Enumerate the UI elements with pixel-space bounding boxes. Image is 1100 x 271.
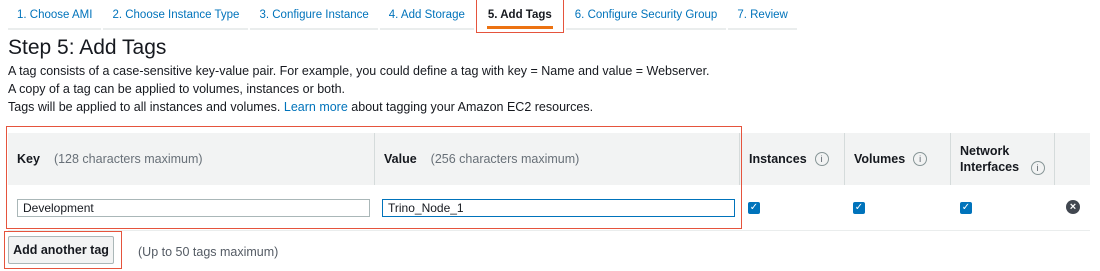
add-another-tag-button[interactable]: Add another tag xyxy=(8,236,114,264)
instances-column-header: Instances i xyxy=(739,133,844,185)
description-line-3-prefix: Tags will be applied to all instances an… xyxy=(8,100,281,114)
tab-review[interactable]: 7. Review xyxy=(728,0,797,30)
network-header-line-1: Network xyxy=(960,144,1010,158)
tab-choose-ami[interactable]: 1. Choose AMI xyxy=(8,0,102,30)
tab-choose-instance-type[interactable]: 2. Choose Instance Type xyxy=(103,0,249,30)
description-line-2: A copy of a tag can be applied to volume… xyxy=(8,82,346,96)
tab-add-tags-label: 5. Add Tags xyxy=(487,9,552,21)
tag-value-input[interactable] xyxy=(382,199,735,217)
tab-add-tags[interactable]: 5. Add Tags xyxy=(475,0,564,33)
tab-configure-security-group[interactable]: 6. Configure Security Group xyxy=(565,0,727,30)
network-interfaces-info-icon[interactable]: i xyxy=(1030,161,1045,175)
instances-info-icon[interactable]: i xyxy=(814,152,829,166)
tab-configure-instance[interactable]: 3. Configure Instance xyxy=(250,0,378,30)
value-header-label: Value xyxy=(384,152,417,166)
key-column-header: Key (128 characters maximum) xyxy=(8,133,374,185)
value-header-hint: (256 characters maximum) xyxy=(430,152,580,166)
key-header-label: Key xyxy=(17,152,40,166)
tab-add-storage[interactable]: 4. Add Storage xyxy=(379,0,474,30)
tag-key-input[interactable] xyxy=(17,199,370,217)
network-interfaces-checkbox[interactable]: ✓ xyxy=(960,202,972,214)
key-header-hint: (128 characters maximum) xyxy=(53,152,203,166)
wizard-tabs: 1. Choose AMI 2. Choose Instance Type 3.… xyxy=(8,0,799,34)
network-interfaces-header-label: Network Interfaces i xyxy=(960,143,1045,175)
remove-tag-icon[interactable]: × xyxy=(1066,200,1080,214)
volumes-info-icon[interactable]: i xyxy=(913,152,928,166)
active-tab-indicator xyxy=(486,26,553,29)
instances-header-label: Instances xyxy=(749,152,807,166)
table-row: ✓ ✓ ✓ × xyxy=(8,185,1090,231)
learn-more-link[interactable]: Learn more xyxy=(284,100,348,114)
volumes-checkbox[interactable]: ✓ xyxy=(853,202,865,214)
network-header-line-2: Interfaces xyxy=(960,160,1020,174)
network-interfaces-column-header: Network Interfaces i xyxy=(950,133,1054,185)
description-line-3: Tags will be applied to all instances an… xyxy=(8,100,593,114)
description-line-3-suffix: about tagging your Amazon EC2 resources. xyxy=(351,100,594,114)
tags-table-header: Key (128 characters maximum) Value (256 … xyxy=(8,133,1090,185)
instances-checkbox[interactable]: ✓ xyxy=(748,202,760,214)
volumes-header-label: Volumes xyxy=(854,152,906,166)
value-column-header: Value (256 characters maximum) xyxy=(374,133,739,185)
description-line-1: A tag consists of a case-sensitive key-v… xyxy=(8,64,710,78)
max-tags-note: (Up to 50 tags maximum) xyxy=(138,245,279,259)
volumes-column-header: Volumes i xyxy=(844,133,950,185)
remove-column-header xyxy=(1054,133,1090,185)
page-title: Step 5: Add Tags xyxy=(8,36,167,59)
